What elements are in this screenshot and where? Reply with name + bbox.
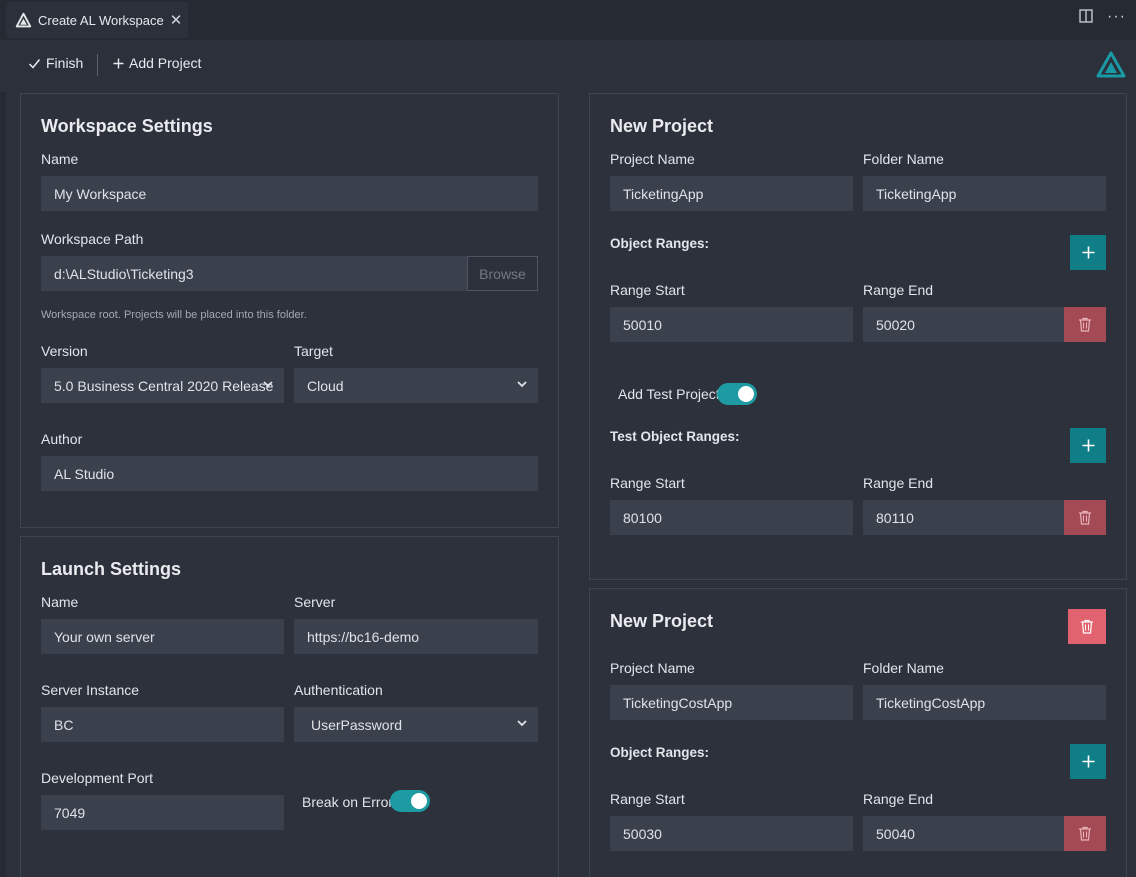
delete-range-button[interactable]: [1064, 307, 1106, 342]
panel-title: Launch Settings: [41, 559, 182, 579]
target-value: Cloud: [307, 377, 344, 394]
trash-icon: [1081, 619, 1093, 634]
project-name-input[interactable]: [610, 685, 853, 720]
finish-label: Finish: [46, 55, 84, 71]
workspace-path-input[interactable]: [41, 256, 468, 291]
al-logo-icon: [15, 12, 32, 27]
toggle-knob: [738, 386, 754, 402]
add-test-project-toggle[interactable]: [717, 383, 757, 405]
add-test-range-button[interactable]: [1070, 428, 1106, 463]
new-project-panel-1: New Project Project Name Folder Name Obj…: [589, 93, 1127, 580]
check-icon: [28, 58, 41, 69]
authentication-select[interactable]: UserPassword: [294, 707, 538, 742]
more-actions-icon[interactable]: ···: [1107, 8, 1126, 26]
delete-project-button[interactable]: [1068, 609, 1106, 644]
plus-icon: [1082, 246, 1094, 259]
test-range-start-input[interactable]: [610, 500, 853, 535]
new-project-panel-2: New Project Project Name Folder Name Obj…: [589, 588, 1127, 877]
panel-title: New Project: [610, 116, 714, 136]
server-label: Server: [294, 594, 336, 610]
test-range-end-input[interactable]: [863, 500, 1064, 535]
toolbar-divider: [97, 54, 98, 76]
break-on-error-toggle[interactable]: [390, 790, 430, 812]
browse-button[interactable]: Browse: [467, 256, 538, 291]
launch-settings-panel: Launch Settings Name Server Server Insta…: [20, 536, 559, 877]
tab-actions: ···: [1079, 8, 1126, 26]
delete-range-button[interactable]: [1064, 816, 1106, 851]
range-end-input[interactable]: [863, 816, 1064, 851]
workspace-settings-panel: Workspace Settings Name Workspace Path B…: [20, 93, 559, 528]
add-range-button[interactable]: [1070, 235, 1106, 270]
range-start-label: Range Start: [610, 791, 685, 807]
project-name-label: Project Name: [610, 151, 695, 167]
toggle-knob: [411, 793, 427, 809]
range-start-input[interactable]: [610, 816, 853, 851]
folder-name-label: Folder Name: [863, 660, 944, 676]
panel-title: Workspace Settings: [41, 116, 213, 136]
development-port-label: Development Port: [41, 770, 154, 786]
close-icon[interactable]: ✕: [170, 11, 183, 29]
add-range-button[interactable]: [1070, 744, 1106, 779]
target-select[interactable]: Cloud: [294, 368, 538, 403]
trash-icon: [1079, 510, 1091, 525]
object-ranges-label: Object Ranges:: [610, 236, 710, 251]
chevron-down-icon: [517, 720, 527, 727]
development-port-input[interactable]: [41, 795, 284, 830]
finish-button[interactable]: Finish: [28, 55, 83, 71]
al-studio-logo-icon: [1096, 51, 1126, 78]
chevron-down-icon: [517, 381, 527, 388]
project-name-label: Project Name: [610, 660, 695, 676]
tab-create-al-workspace[interactable]: Create AL Workspace ✕: [6, 2, 188, 38]
launch-name-label: Name: [41, 594, 79, 610]
add-project-label: Add Project: [129, 55, 202, 71]
test-range-end-label: Range End: [863, 475, 934, 491]
author-label: Author: [41, 431, 83, 447]
name-label: Name: [41, 151, 79, 167]
folder-name-input[interactable]: [863, 176, 1106, 211]
workspace-path-label: Workspace Path: [41, 231, 144, 247]
folder-name-input[interactable]: [863, 685, 1106, 720]
chevron-down-icon: [263, 381, 273, 388]
add-project-button[interactable]: Add Project: [113, 55, 201, 71]
project-name-input[interactable]: [610, 176, 853, 211]
plus-icon: [113, 58, 124, 68]
range-start-input[interactable]: [610, 307, 853, 342]
tab-title: Create AL Workspace: [38, 12, 164, 28]
version-label: Version: [41, 343, 88, 359]
range-end-label: Range End: [863, 282, 934, 298]
authentication-label: Authentication: [294, 682, 383, 698]
object-ranges-label: Object Ranges:: [610, 745, 710, 760]
trash-icon: [1079, 317, 1091, 332]
break-on-error-label: Break on Error: [302, 794, 394, 810]
test-object-ranges-label: Test Object Ranges:: [610, 429, 740, 444]
version-value: 5.0 Business Central 2020 Release: [54, 377, 274, 394]
target-label: Target: [294, 343, 333, 359]
split-editor-icon[interactable]: [1079, 8, 1093, 26]
launch-name-input[interactable]: [41, 619, 284, 654]
panel-title: New Project: [610, 611, 714, 631]
left-edge: [0, 92, 6, 877]
delete-test-range-button[interactable]: [1064, 500, 1106, 535]
add-test-project-label: Add Test Project: [618, 386, 720, 402]
range-start-label: Range Start: [610, 282, 685, 298]
plus-icon: [1082, 755, 1094, 768]
test-range-start-label: Range Start: [610, 475, 685, 491]
range-end-label: Range End: [863, 791, 934, 807]
version-select[interactable]: 5.0 Business Central 2020 Release: [41, 368, 284, 403]
author-input[interactable]: [41, 456, 538, 491]
authentication-value: UserPassword: [311, 716, 403, 733]
toolbar: Finish Add Project: [0, 40, 1136, 92]
editor-tab-bar: Create AL Workspace ✕ ···: [0, 0, 1136, 40]
server-instance-label: Server Instance: [41, 682, 140, 698]
range-end-input[interactable]: [863, 307, 1064, 342]
workspace-path-hint: Workspace root. Projects will be placed …: [41, 309, 307, 321]
server-instance-input[interactable]: [41, 707, 284, 742]
server-input[interactable]: [294, 619, 538, 654]
folder-name-label: Folder Name: [863, 151, 944, 167]
workspace-name-input[interactable]: [41, 176, 538, 211]
trash-icon: [1079, 826, 1091, 841]
plus-icon: [1082, 439, 1094, 452]
